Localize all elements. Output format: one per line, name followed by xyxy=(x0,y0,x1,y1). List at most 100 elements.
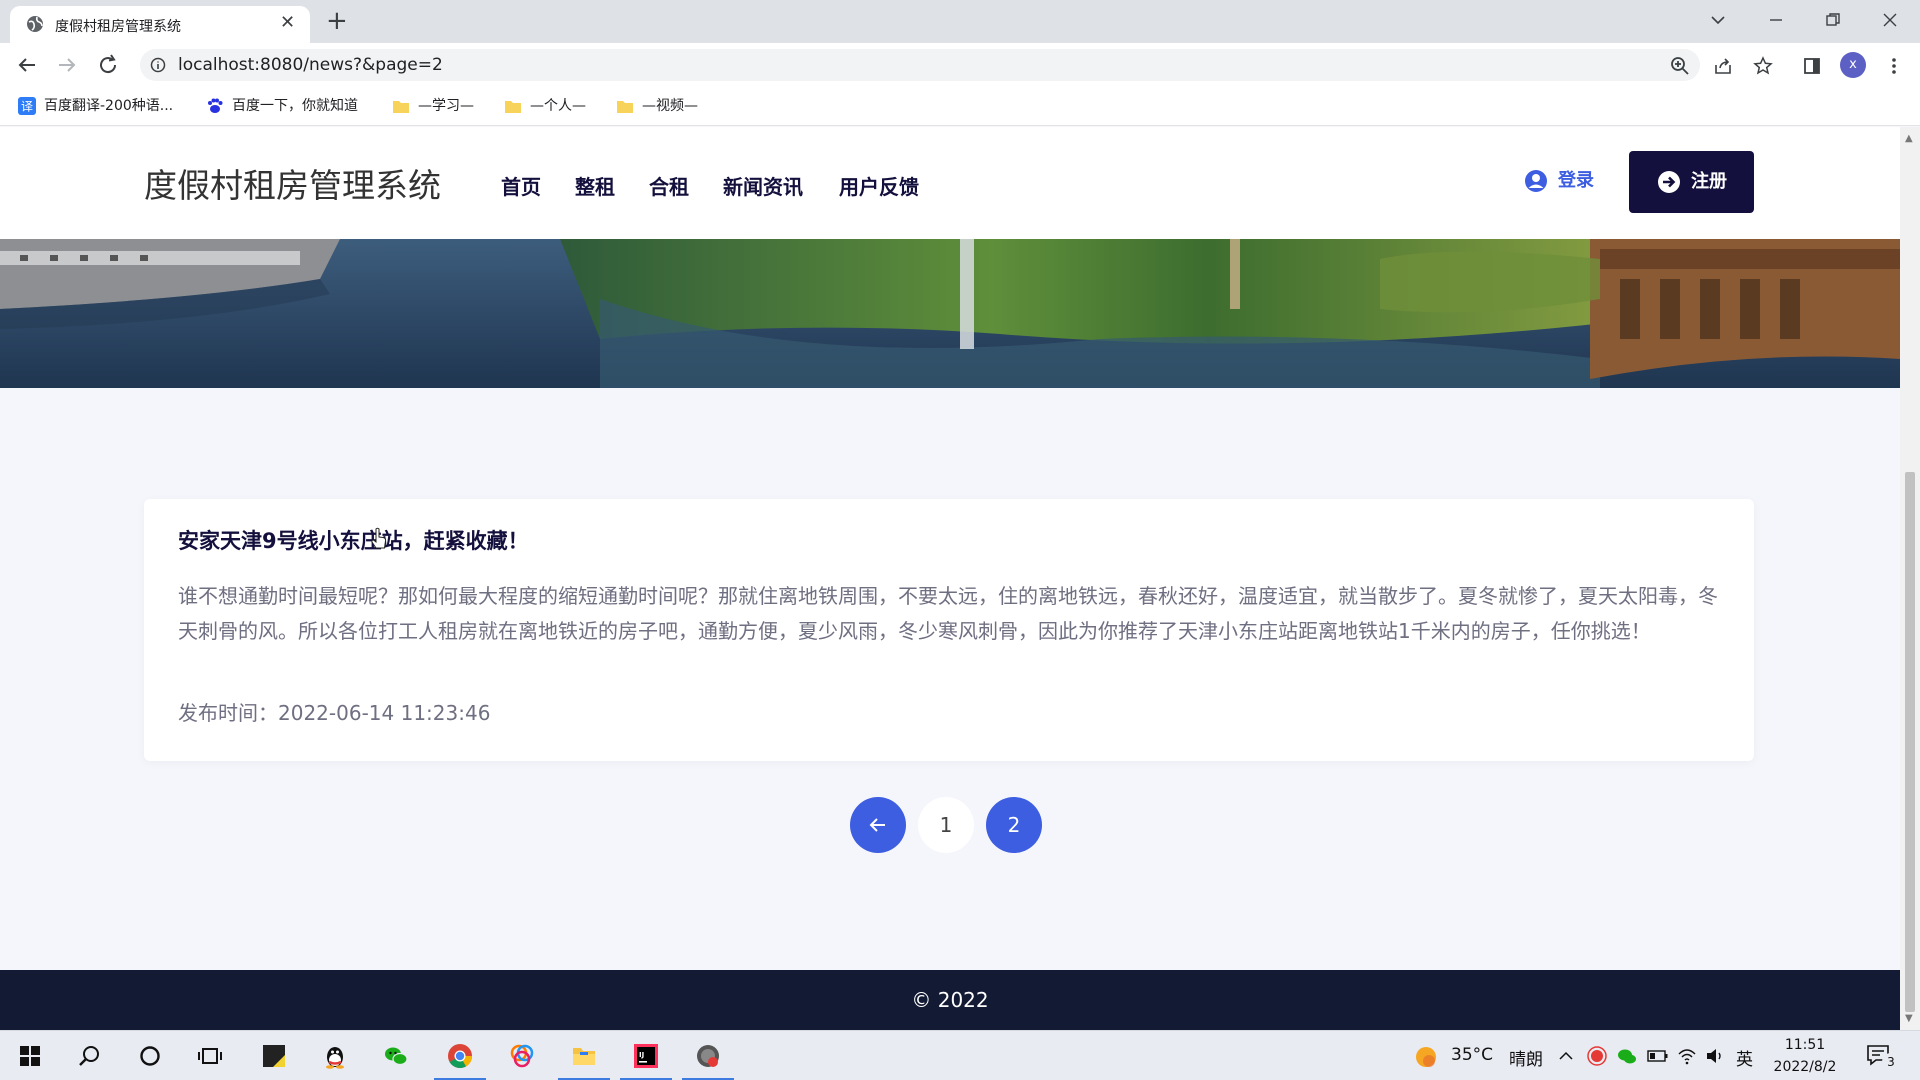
new-tab-button[interactable]: + xyxy=(326,6,348,36)
windows-logo-icon xyxy=(20,1046,40,1066)
news-body: 谁不想通勤时间最短呢？那如何最大程度的缩短通勤时间呢？那就住离地铁周围，不要太远… xyxy=(178,584,1718,643)
bookmark-star-icon[interactable] xyxy=(1753,56,1773,76)
taskbar-wechat[interactable] xyxy=(366,1031,426,1080)
weather-sun-icon[interactable] xyxy=(1414,1045,1438,1069)
weather-description[interactable]: 晴朗 xyxy=(1509,1045,1543,1070)
taskbar-search-button[interactable] xyxy=(60,1031,120,1080)
scroll-down-arrow-icon[interactable]: ▼ xyxy=(1905,1013,1913,1024)
more-menu-icon[interactable] xyxy=(1884,56,1904,76)
taskbar-intellij[interactable]: IJ xyxy=(616,1031,676,1080)
bookmark-label: —视频— xyxy=(642,98,698,114)
input-method-indicator[interactable]: 英 xyxy=(1736,1045,1753,1070)
notification-center-button[interactable]: 3 xyxy=(1866,1043,1906,1071)
copyright-text: © 2022 xyxy=(911,988,989,1012)
volume-icon[interactable] xyxy=(1705,1046,1725,1066)
side-panel-icon[interactable] xyxy=(1802,56,1822,76)
pagination-page-2[interactable]: 2 xyxy=(986,797,1042,853)
register-button[interactable]: 注册 xyxy=(1629,151,1754,213)
pagination-page-1[interactable]: 1 xyxy=(918,797,974,853)
page-viewport: 度假村租房管理系统 首页 整租 合租 新闻资讯 用户反馈 登录 注册 安家天津9… xyxy=(0,127,1900,1030)
baidu-paw-icon xyxy=(208,98,223,113)
nav-home[interactable]: 首页 xyxy=(501,171,541,200)
clock-time: 11:51 xyxy=(1784,1037,1826,1053)
folder-icon xyxy=(505,101,521,113)
url-text[interactable]: localhost:8080/news?&page=2 xyxy=(178,55,443,75)
restore-icon[interactable] xyxy=(1825,12,1841,28)
nav-news[interactable]: 新闻资讯 xyxy=(723,171,803,200)
tab-title: 度假村租房管理系统 xyxy=(55,19,181,35)
hero-banner-image xyxy=(0,239,1900,388)
site-brand[interactable]: 度假村租房管理系统 xyxy=(144,159,441,207)
taskbar-chrome[interactable] xyxy=(430,1031,490,1080)
cortana-button[interactable] xyxy=(120,1031,180,1080)
cortana-circle-icon xyxy=(140,1046,160,1066)
globe-icon xyxy=(27,16,43,32)
close-tab-icon[interactable]: ✕ xyxy=(280,12,295,34)
bookmark-label: 百度翻译-200种语... xyxy=(44,98,174,114)
taskbar-file-explorer[interactable] xyxy=(554,1031,614,1080)
zoom-icon[interactable] xyxy=(1670,56,1690,76)
share-icon[interactable] xyxy=(1713,56,1733,76)
chevron-up-icon[interactable] xyxy=(1558,1048,1574,1064)
site-info-icon[interactable] xyxy=(150,57,166,73)
nav-shared-rent[interactable]: 合租 xyxy=(649,171,689,200)
svg-text:译: 译 xyxy=(21,100,33,114)
bookmark-baidu-translate[interactable]: 译 百度翻译-200种语... xyxy=(18,96,173,116)
nav-whole-rent[interactable]: 整租 xyxy=(575,171,615,200)
wechat-icon xyxy=(385,1047,408,1066)
intellij-idea-icon: IJ xyxy=(634,1044,658,1068)
news-title[interactable]: 安家天津9号线小东庄站，赶紧收藏！ xyxy=(178,525,529,555)
bookmark-folder-study[interactable]: —学习— xyxy=(392,96,474,116)
scroll-up-arrow-icon[interactable]: ▲ xyxy=(1905,133,1913,144)
page-scrollbar[interactable]: ▲ ▼ xyxy=(1900,127,1920,1030)
hand-cursor-icon xyxy=(371,527,387,549)
task-view-button[interactable] xyxy=(180,1031,240,1080)
translate-icon: 译 xyxy=(18,97,36,115)
reload-icon[interactable] xyxy=(96,53,120,77)
close-window-icon[interactable] xyxy=(1882,12,1898,28)
site-footer: © 2022 xyxy=(0,970,1900,1030)
notification-count: 3 xyxy=(1882,1053,1900,1071)
bookmark-label: —个人— xyxy=(530,98,586,114)
task-view-icon xyxy=(198,1048,222,1064)
arrow-left-icon xyxy=(869,818,885,832)
bookmark-folder-video[interactable]: —视频— xyxy=(616,96,698,116)
user-circle-icon xyxy=(1525,170,1547,192)
wifi-icon[interactable] xyxy=(1677,1046,1697,1066)
clock-date: 2022/8/2 xyxy=(1773,1059,1837,1075)
folder-icon xyxy=(617,101,633,113)
taskbar-qq[interactable] xyxy=(305,1031,365,1080)
tab-search-chevron-icon[interactable] xyxy=(1710,12,1726,28)
pagination-prev-button[interactable] xyxy=(850,797,906,853)
news-publish-date: 发布时间：2022-06-14 11:23:46 xyxy=(178,697,490,726)
register-label: 注册 xyxy=(1691,171,1727,192)
profile-avatar[interactable]: x xyxy=(1840,52,1866,78)
url-bar[interactable]: localhost:8080/news?&page=2 xyxy=(140,49,1700,81)
wechat-tray-icon[interactable] xyxy=(1617,1046,1637,1066)
folder-icon xyxy=(393,101,409,113)
chrome-icon xyxy=(448,1044,472,1069)
bookmark-label: —学习— xyxy=(418,98,474,114)
windows-taskbar: IJ 35°C 晴朗 英 11:51 2022/8/2 3 xyxy=(0,1030,1920,1080)
bookmark-folder-personal[interactable]: —个人— xyxy=(504,96,586,116)
start-button[interactable] xyxy=(0,1031,60,1080)
minimize-icon[interactable] xyxy=(1768,12,1784,28)
browser-tab-strip: 度假村租房管理系统 ✕ + xyxy=(0,0,1920,43)
publish-date-label: 发布时间： xyxy=(178,701,278,725)
login-link[interactable]: 登录 xyxy=(1524,169,1594,193)
scrollbar-thumb[interactable] xyxy=(1905,472,1915,1012)
nav-feedback[interactable]: 用户反馈 xyxy=(839,171,919,200)
taskbar-app-circles[interactable] xyxy=(492,1031,552,1080)
weather-temperature[interactable]: 35°C xyxy=(1451,1045,1493,1065)
system-clock[interactable]: 11:51 2022/8/2 xyxy=(1760,1034,1850,1078)
battery-icon[interactable] xyxy=(1647,1048,1669,1064)
taskbar-sticky-notes[interactable] xyxy=(244,1031,304,1080)
back-arrow-icon[interactable] xyxy=(15,53,39,77)
search-icon xyxy=(79,1046,99,1066)
browser-tab[interactable]: 度假村租房管理系统 ✕ xyxy=(10,6,310,43)
forward-arrow-icon[interactable] xyxy=(55,53,79,77)
taskbar-screen-recorder[interactable] xyxy=(678,1031,738,1080)
recording-indicator-icon[interactable] xyxy=(1587,1046,1607,1066)
bookmark-baidu[interactable]: 百度一下，你就知道 xyxy=(206,96,358,116)
sticky-notes-icon xyxy=(263,1045,285,1067)
